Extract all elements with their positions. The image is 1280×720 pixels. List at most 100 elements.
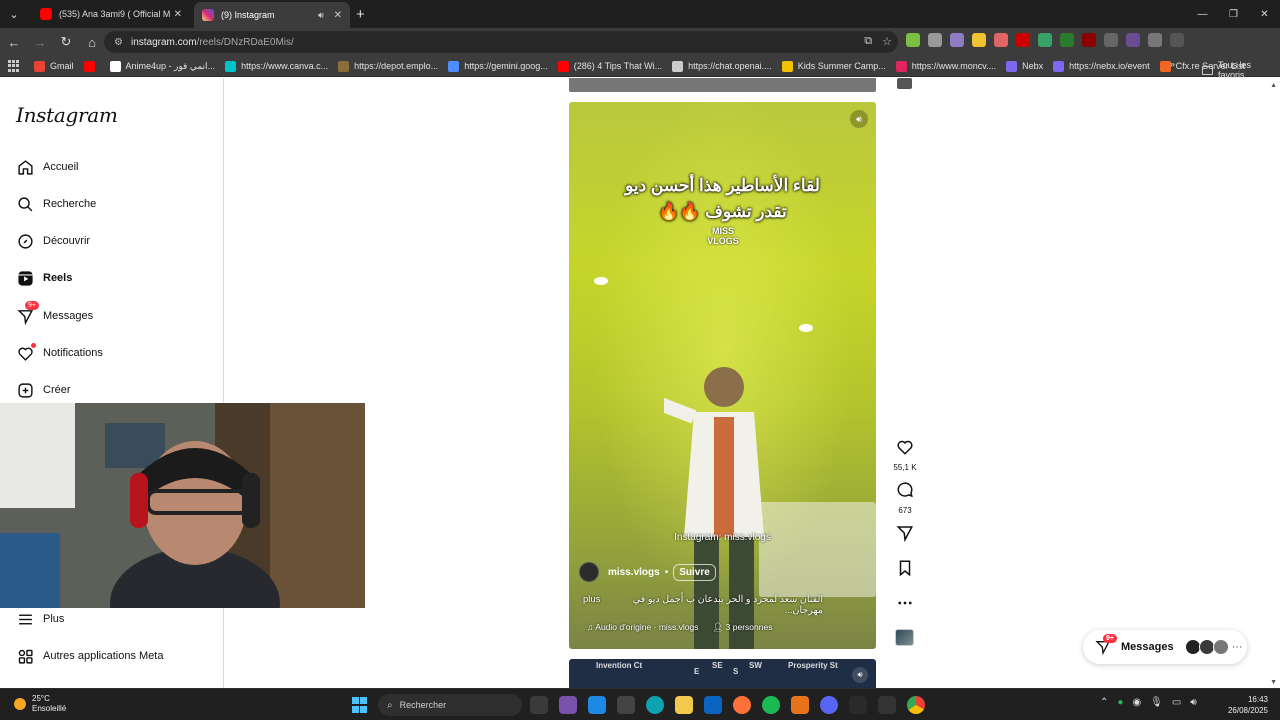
extension-icon[interactable] <box>950 33 964 47</box>
close-window-button[interactable]: ✕ <box>1249 0 1280 28</box>
bookmark-item[interactable]: Gmail <box>34 60 74 72</box>
speaker-icon[interactable]: 🔊︎ <box>318 10 324 21</box>
reading-list-icon[interactable] <box>1170 33 1184 47</box>
weather-widget[interactable]: 25°C Ensoleillé <box>14 694 66 714</box>
firefox-icon[interactable] <box>733 696 751 714</box>
nav-messages[interactable]: 9+ Messages <box>16 301 93 328</box>
tray-app-icon[interactable]: ● <box>1117 697 1123 708</box>
app-icon[interactable] <box>559 696 577 714</box>
tab-instagram[interactable]: (9) Instagram 🔊︎ ✕ <box>194 2 350 28</box>
bookmark-item[interactable]: https://www.moncv.... <box>895 60 996 72</box>
nav-reels[interactable]: Reels <box>16 266 72 290</box>
nav-more[interactable]: Plus <box>16 607 64 631</box>
like-action[interactable]: 55,1 K <box>890 438 920 472</box>
spotify-icon[interactable] <box>762 696 780 714</box>
extension-icon[interactable] <box>1082 33 1096 47</box>
extension-icon[interactable] <box>1038 33 1052 47</box>
bookmark-item[interactable]: https://www.canva.c... <box>225 60 328 72</box>
instagram-logo[interactable]: Instagram <box>16 103 118 127</box>
all-bookmarks-folder[interactable]: Tous les favoris <box>1202 60 1280 80</box>
close-tab-icon[interactable]: ✕ <box>334 10 342 21</box>
previous-reel-bottom[interactable] <box>569 78 876 92</box>
discord-icon[interactable] <box>820 696 838 714</box>
maximize-button[interactable]: ❐ <box>1218 0 1249 28</box>
scroll-up-arrow[interactable]: ▲ <box>1270 82 1277 89</box>
back-button[interactable]: ← <box>2 30 26 54</box>
steam-icon[interactable]: ◉ <box>1132 697 1141 708</box>
more-link[interactable]: plus <box>583 594 600 616</box>
next-reel-preview[interactable]: Invention Ct E SE S SW Prosperity St 🔊︎ <box>569 659 876 688</box>
bookmark-item[interactable]: Anime4up - انمي فور... <box>109 60 215 72</box>
extensions-puzzle-icon[interactable] <box>1148 33 1162 47</box>
mute-toggle-icon[interactable]: 🔊︎ <box>852 667 868 683</box>
bookmark-item[interactable] <box>83 60 100 72</box>
bookmark-star-icon[interactable]: ☆ <box>882 35 892 48</box>
author-name[interactable]: miss.vlogs <box>608 567 660 578</box>
app-icon[interactable] <box>878 696 896 714</box>
extension-icon[interactable] <box>994 33 1008 47</box>
nav-create[interactable]: Créer <box>16 378 71 402</box>
tagged-people[interactable]: 👤︎ 3 personnes <box>713 622 773 633</box>
edge-icon[interactable] <box>646 696 664 714</box>
system-clock[interactable]: 16:43 26/08/2025 <box>1228 694 1268 716</box>
bookmark-item[interactable]: Nebx <box>1006 60 1043 72</box>
bookmark-item[interactable]: (286) 4 Tips That Wi... <box>557 60 662 72</box>
bookmark-item[interactable]: https://nebx.io/event <box>1053 60 1150 72</box>
extension-icon[interactable] <box>1126 33 1140 47</box>
more-options-action[interactable] <box>890 594 920 617</box>
nav-meta-apps[interactable]: Autres applications Meta <box>16 644 163 668</box>
tab-youtube[interactable]: (535) Ana 3ami9 ( Official Music ✕ <box>32 2 190 26</box>
tray-chevron-icon[interactable]: ⌃ <box>1100 697 1108 708</box>
outlook-icon[interactable] <box>704 696 722 714</box>
reel-video[interactable]: 🔊︎ لقاء الأساطير هذا أحسن ديو تقدر تشوف … <box>569 102 876 649</box>
volume-icon[interactable]: 🔊︎ <box>1190 697 1196 708</box>
extension-icon[interactable] <box>972 33 986 47</box>
save-action[interactable] <box>890 559 920 582</box>
audio-thumbnail[interactable] <box>895 629 914 646</box>
app-icon[interactable] <box>617 696 635 714</box>
nav-home[interactable]: Accueil <box>16 155 78 179</box>
nav-explore[interactable]: Découvrir <box>16 229 90 253</box>
forward-button[interactable]: → <box>28 30 52 54</box>
extension-icon[interactable] <box>1016 33 1030 47</box>
previous-reel-thumb[interactable] <box>897 78 912 89</box>
reel-description[interactable]: plus الفنان سعد لمجرد و الحر يبدعان ب أج… <box>583 594 823 616</box>
share-action[interactable] <box>890 524 920 547</box>
address-bar[interactable]: ⚙ instagram.com/reels/DNzRDaE0Mis/ ⧉ ☆ <box>104 31 898 53</box>
author-avatar[interactable] <box>579 562 599 582</box>
reload-button[interactable]: ↻ <box>54 30 78 54</box>
bookmark-item[interactable]: https://chat.openai.... <box>672 60 772 72</box>
audio-link[interactable]: ♫ Audio d'origine · miss.vlogs <box>587 622 699 633</box>
taskview-icon[interactable] <box>530 696 548 714</box>
taskbar-search[interactable]: ⌕ Rechercher <box>378 694 522 716</box>
new-tab-button[interactable]: + <box>356 6 365 23</box>
nav-notifications[interactable]: Notifications <box>16 341 103 365</box>
app-icon[interactable] <box>849 696 867 714</box>
mute-toggle-icon[interactable]: 🔊︎ <box>850 110 868 128</box>
install-app-icon[interactable]: ⧉ <box>864 35 872 48</box>
bookmark-item[interactable]: https://depot.emplo... <box>338 60 438 72</box>
comment-action[interactable]: 673 <box>890 481 920 515</box>
chrome-icon[interactable] <box>907 696 925 714</box>
tab-search-button[interactable]: ⌄ <box>2 2 26 26</box>
file-explorer-icon[interactable] <box>675 696 693 714</box>
bookmark-item[interactable]: https://gemini.goog... <box>448 60 548 72</box>
follow-button[interactable]: Suivre <box>673 563 716 581</box>
app-icon[interactable] <box>588 696 606 714</box>
home-button[interactable]: ⌂ <box>80 30 104 54</box>
extension-icon[interactable] <box>906 33 920 47</box>
extension-icon[interactable] <box>1060 33 1074 47</box>
more-bookmarks-icon[interactable]: » <box>1170 59 1175 69</box>
scroll-down-arrow[interactable]: ▼ <box>1270 679 1277 686</box>
windows-start-button[interactable] <box>352 697 368 713</box>
site-info-icon[interactable]: ⚙ <box>114 37 123 48</box>
minimize-button[interactable]: — <box>1187 0 1218 28</box>
network-icon[interactable]: ▭ <box>1172 697 1181 708</box>
app-icon[interactable] <box>791 696 809 714</box>
extension-icon[interactable] <box>928 33 942 47</box>
nav-search[interactable]: Recherche <box>16 192 96 216</box>
messages-floating-button[interactable]: 9+ Messages ··· <box>1083 630 1247 664</box>
microphone-icon[interactable]: 🎙︎ <box>1150 697 1163 708</box>
close-tab-icon[interactable]: ✕ <box>174 9 182 20</box>
extension-icon[interactable] <box>1104 33 1118 47</box>
